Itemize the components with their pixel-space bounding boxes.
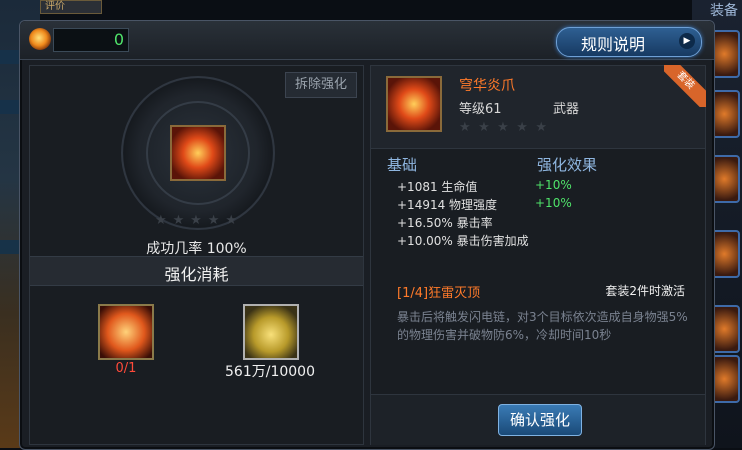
star-icon: ★	[459, 120, 471, 135]
rules-button[interactable]: 规则说明 ▶	[556, 27, 702, 57]
star-icon: ★	[190, 213, 202, 228]
set-description: 暴击后将触发闪电链，对3个目标依次造成自身物强5%的物理伤害并破物防6%，冷却时…	[397, 310, 688, 342]
set-title: [1/4]狂雷灭顶	[397, 286, 481, 301]
confirm-bar: 确认强化	[371, 394, 705, 445]
item-name: 穹华炎爪	[459, 78, 515, 94]
gold-coins-icon[interactable]	[243, 304, 299, 360]
enhance-stone-icon[interactable]	[98, 304, 154, 360]
effect-header: 强化效果	[537, 156, 598, 174]
ribbon-label: 套装	[664, 65, 706, 107]
star-icon: ★	[225, 213, 237, 228]
top-bar: 0 规则说明 ▶	[20, 21, 714, 60]
star-icon: ★	[478, 120, 490, 135]
remove-enhance-button[interactable]: 拆除强化	[285, 72, 357, 98]
cost-title: 强化消耗	[164, 265, 229, 284]
confirm-enhance-button[interactable]: 确认强化	[498, 404, 582, 436]
rules-button-label: 规则说明	[581, 35, 646, 54]
weapon-icon[interactable]	[386, 76, 442, 132]
enhance-medallion	[121, 76, 275, 230]
stat-row: +1081 生命值	[397, 180, 478, 194]
chevron-right-icon: ▶	[679, 33, 695, 49]
gold-count: 561万/10000	[225, 364, 315, 380]
enhance-stars: ★ ★ ★ ★ ★	[155, 213, 237, 228]
star-icon: ★	[155, 213, 167, 228]
star-icon: ★	[497, 120, 509, 135]
stone-count: 0/1	[115, 361, 137, 376]
cost-header: 强化消耗	[30, 256, 363, 286]
base-header: 基础	[387, 156, 418, 174]
equipment-label: 装备	[710, 3, 738, 19]
set-ribbon: 套装	[664, 65, 706, 107]
currency-counter: 0	[53, 28, 129, 52]
stat-row: +10.00% 暴击伤害加成	[397, 234, 529, 248]
star-icon: ★	[172, 213, 185, 228]
stat-bonus: +10%	[535, 178, 572, 192]
rating-tag[interactable]: 评价	[40, 0, 102, 14]
stat-row: +14914 物理强度	[397, 198, 498, 212]
enhance-panel: 0 规则说明 ▶ 拆除强化 ★ ★ ★ ★ ★ 成功几率 100% 强化消耗 0…	[19, 20, 715, 450]
item-header: 穹华炎爪 等级61 武器 ★ ★ ★ ★ ★ 套装	[371, 65, 706, 149]
stat-row: +16.50% 暴击率	[397, 216, 493, 230]
enhance-section: 拆除强化 ★ ★ ★ ★ ★ 成功几率 100% 强化消耗 0/1 561万/1…	[29, 65, 364, 445]
star-icon: ★	[207, 213, 220, 228]
star-icon: ★	[535, 120, 547, 135]
weapon-slot-icon[interactable]	[170, 125, 226, 181]
item-type: 武器	[553, 102, 580, 117]
stat-bonus: +10%	[535, 196, 572, 210]
fire-icon	[29, 28, 51, 50]
set-activation: 套装2件时激活	[605, 284, 685, 298]
item-level: 等级61	[459, 102, 502, 117]
success-rate: 成功几率 100%	[146, 241, 247, 257]
item-info-section: 穹华炎爪 等级61 武器 ★ ★ ★ ★ ★ 套装 基础 强化效果 +1081 …	[370, 65, 706, 445]
currency-value: 0	[113, 30, 124, 49]
star-icon: ★	[516, 120, 528, 135]
item-stars: ★ ★ ★ ★ ★	[459, 120, 547, 135]
